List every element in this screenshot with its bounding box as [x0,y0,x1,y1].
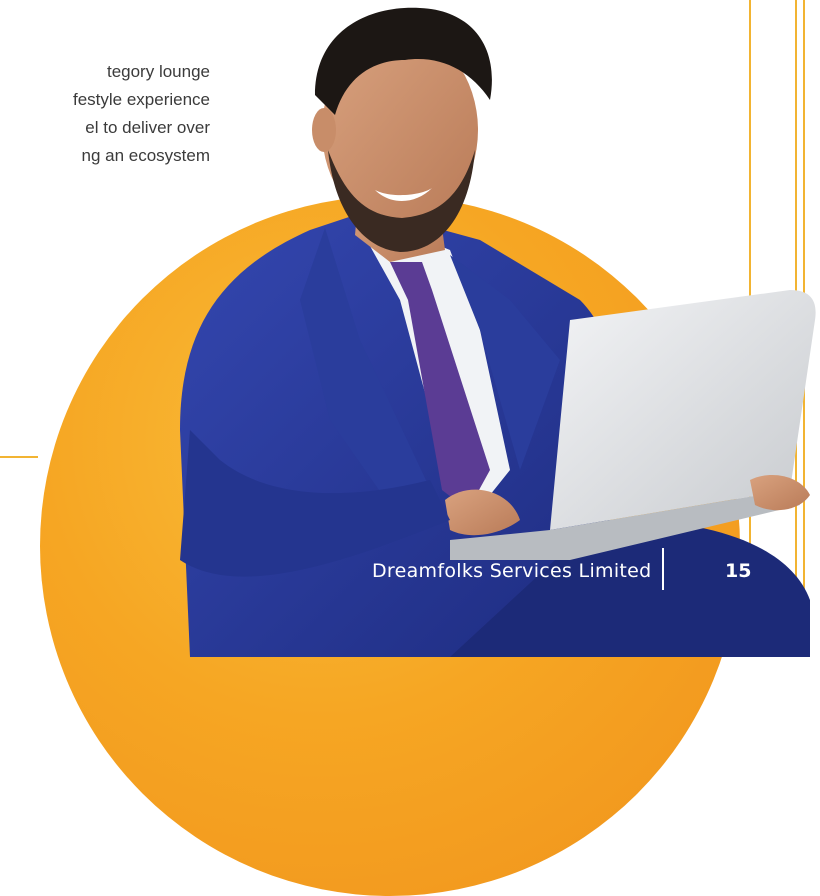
page-number: 15 [725,560,752,582]
footer-divider [662,548,664,590]
businessman-with-laptop-photo [180,7,816,657]
gold-rule-left [0,456,38,458]
footer-company-name: Dreamfolks Services Limited [372,560,652,582]
